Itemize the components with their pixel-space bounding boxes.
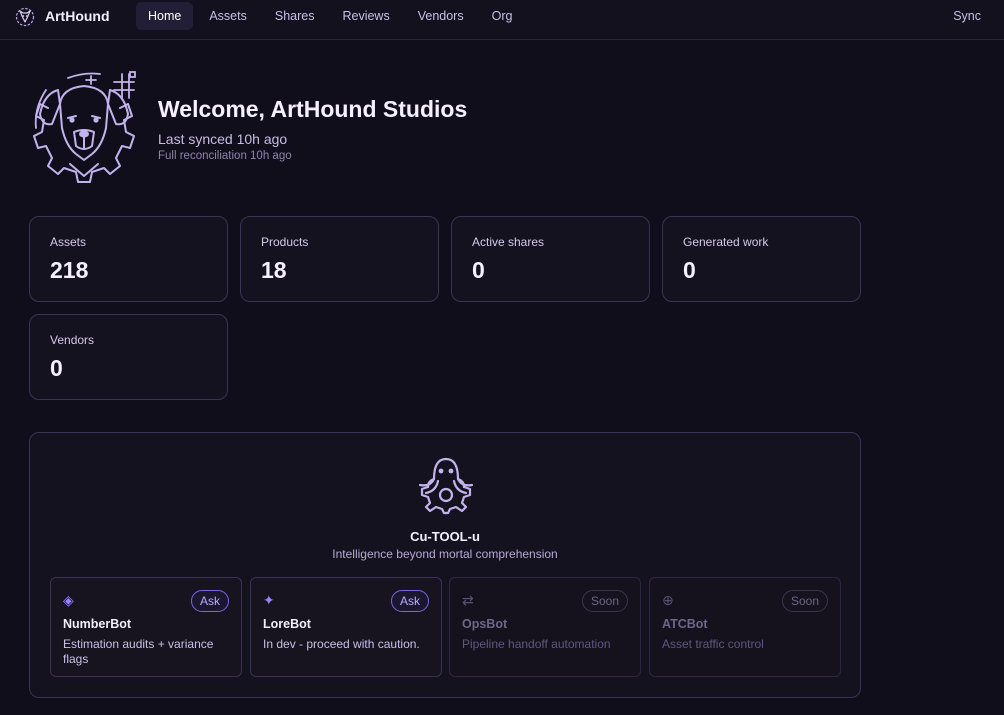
- reconciliation-text: Full reconciliation 10h ago: [158, 150, 292, 162]
- assistant-panel: Cu-TOOL-u Intelligence beyond mortal com…: [29, 432, 861, 698]
- nav-org[interactable]: Org: [480, 2, 525, 30]
- last-synced-text: Last synced 10h ago: [158, 131, 288, 147]
- nav-links: Home Assets Shares Reviews Vendors Org: [136, 2, 528, 30]
- bot-name: LoreBot: [263, 617, 311, 631]
- octopus-gear-icon: [418, 457, 474, 515]
- bot-card-opsbot: ⇄ Soon OpsBot Pipeline handoff automatio…: [449, 577, 641, 677]
- stat-value: 0: [472, 257, 485, 283]
- stat-card-vendors[interactable]: Vendors 0: [29, 314, 228, 400]
- bot-card-numberbot[interactable]: ◈ Ask NumberBot Estimation audits + vari…: [50, 577, 242, 677]
- stat-label: Active shares: [472, 235, 545, 249]
- brand-name: ArtHound: [45, 8, 110, 24]
- stat-label: Products: [261, 235, 309, 249]
- nav-home[interactable]: Home: [136, 2, 194, 30]
- bot-card-lorebot[interactable]: ✦ Ask LoreBot In dev - proceed with caut…: [250, 577, 442, 677]
- stat-card-products[interactable]: Products 18: [240, 216, 439, 302]
- bot-name: ATCBot: [662, 617, 708, 631]
- stat-value: 18: [261, 257, 287, 283]
- sync-button[interactable]: Sync: [953, 9, 981, 23]
- bot-description: In dev - proceed with caution.: [263, 637, 420, 651]
- diamond-icon: ◈: [63, 592, 74, 608]
- assistant-tagline: Intelligence beyond mortal comprehension: [332, 547, 558, 561]
- crosshair-icon: ⊕: [662, 592, 674, 608]
- bot-description: Pipeline handoff automation: [462, 637, 611, 651]
- top-navigation: ArtHound Home Assets Shares Reviews Vend…: [0, 0, 1004, 40]
- stat-label: Vendors: [50, 333, 95, 347]
- stat-value: 0: [683, 257, 696, 283]
- stat-card-generated-work[interactable]: Generated work 0: [662, 216, 861, 302]
- soon-badge: Soon: [781, 590, 828, 612]
- assistant-title: Cu-TOOL-u: [410, 529, 480, 544]
- stat-card-active-shares[interactable]: Active shares 0: [451, 216, 650, 302]
- nav-vendors[interactable]: Vendors: [406, 2, 476, 30]
- soon-badge: Soon: [581, 590, 628, 612]
- bot-description: Estimation audits + variance flags: [63, 637, 214, 666]
- stat-label: Generated work: [683, 235, 769, 249]
- swap-arrows-icon: ⇄: [462, 592, 474, 608]
- stat-label: Assets: [50, 235, 87, 249]
- sparkle-icon: ✦: [263, 592, 275, 608]
- stat-value: 0: [50, 355, 63, 381]
- nav-reviews[interactable]: Reviews: [330, 2, 401, 30]
- bot-name: NumberBot: [63, 617, 132, 631]
- brand[interactable]: ArtHound: [13, 4, 110, 28]
- bot-card-atcbot: ⊕ Soon ATCBot Asset traffic control: [649, 577, 841, 677]
- ask-button[interactable]: Ask: [390, 590, 429, 612]
- arthound-logo-icon: [15, 7, 35, 27]
- page-title: Welcome, ArtHound Studios: [158, 96, 468, 122]
- stat-card-assets[interactable]: Assets 218: [29, 216, 228, 302]
- bot-name: OpsBot: [462, 617, 508, 631]
- nav-assets[interactable]: Assets: [197, 2, 259, 30]
- ask-button[interactable]: Ask: [190, 590, 229, 612]
- hound-avatar-icon: [33, 71, 136, 183]
- bot-description: Asset traffic control: [662, 637, 764, 651]
- stat-value: 218: [50, 257, 89, 283]
- nav-shares[interactable]: Shares: [263, 2, 327, 30]
